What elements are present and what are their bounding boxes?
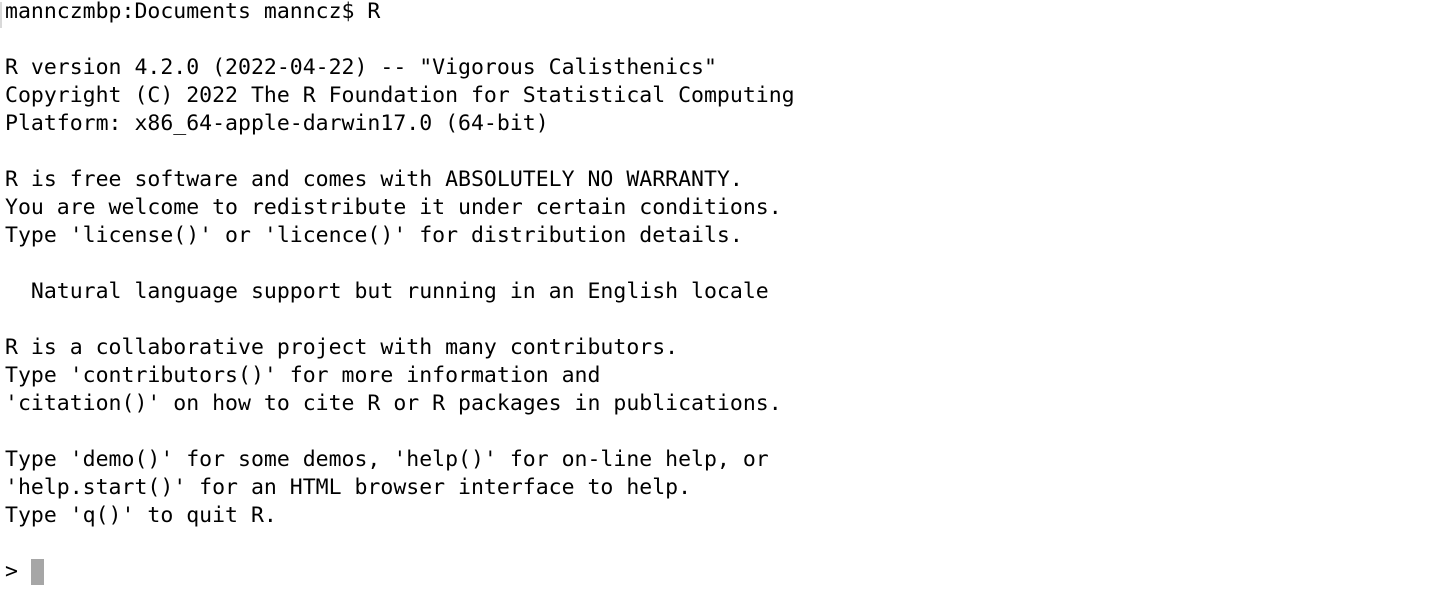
output-line: Platform: x86_64-apple-darwin17.0 (64-bi…	[5, 111, 549, 136]
output-line: R is free software and comes with ABSOLU…	[5, 167, 743, 192]
output-line: Type 'license()' or 'licence()' for dist…	[5, 223, 743, 248]
output-line: 'citation()' on how to cite R or R packa…	[5, 391, 782, 416]
text-cursor	[30, 559, 44, 585]
output-line: You are welcome to redistribute it under…	[5, 195, 782, 220]
output-line: Copyright (C) 2022 The R Foundation for …	[5, 83, 795, 108]
output-line: Type 'contributors()' for more informati…	[5, 363, 601, 388]
output-line: Type 'q()' to quit R.	[5, 503, 277, 528]
output-line: R version 4.2.0 (2022-04-22) -- "Vigorou…	[5, 55, 717, 80]
output-line: R is a collaborative project with many c…	[5, 335, 679, 360]
output-line: 'help.start()' for an HTML browser inter…	[5, 475, 692, 500]
output-line: Type 'demo()' for some demos, 'help()' f…	[5, 447, 769, 472]
shell-prompt-line: mannczmbp:Documents manncz$ R	[5, 0, 381, 24]
window-edge-marker	[0, 2, 2, 28]
terminal-window[interactable]: mannczmbp:Documents manncz$ R R version …	[0, 0, 1442, 590]
output-line: Natural language support but running in …	[5, 279, 769, 304]
prompt-symbol: >	[5, 559, 31, 584]
r-console-prompt[interactable]: >	[5, 558, 1442, 586]
